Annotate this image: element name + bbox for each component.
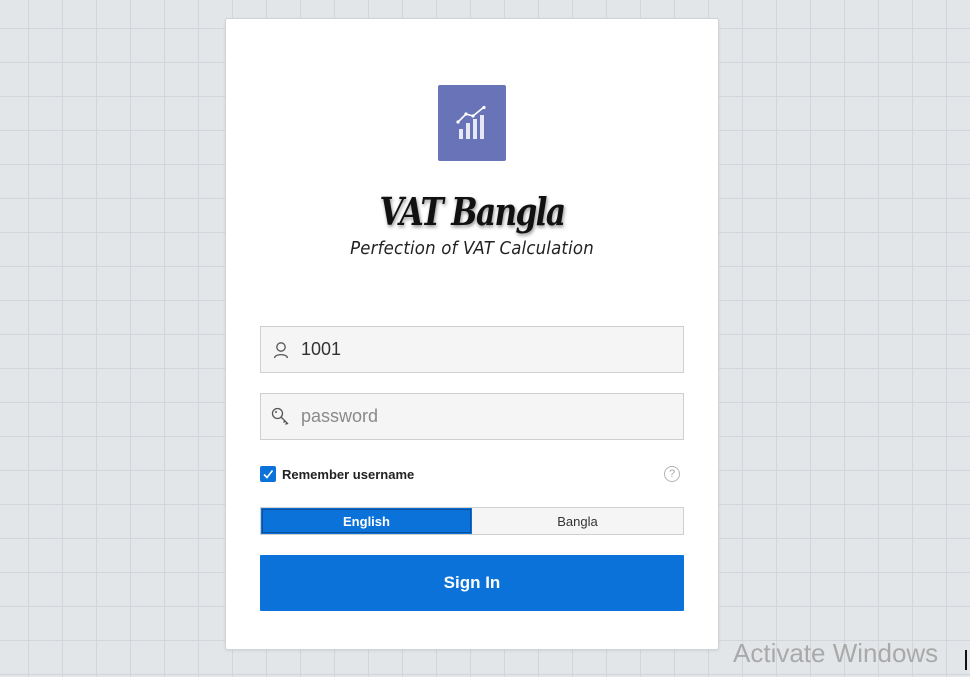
password-field[interactable] (260, 393, 684, 440)
username-field[interactable] (260, 326, 684, 373)
app-logo (438, 85, 506, 161)
brand-name: VAT Bangla (379, 189, 567, 234)
brand-tagline: Perfection of VAT Calculation (350, 238, 594, 259)
help-icon[interactable]: ? (664, 466, 680, 482)
chart-growth-icon (456, 105, 486, 139)
remember-checkbox[interactable] (260, 466, 276, 482)
remember-label[interactable]: Remember username (282, 467, 414, 482)
language-toggle: English Bangla (260, 507, 684, 535)
login-card: VAT Bangla Perfection of VAT Calculation (225, 18, 719, 650)
username-input[interactable] (301, 339, 671, 360)
language-option-english[interactable]: English (261, 508, 472, 534)
sign-in-button[interactable]: Sign In (260, 555, 684, 611)
user-icon (261, 327, 301, 372)
password-input[interactable] (301, 406, 671, 427)
text-cursor (965, 650, 967, 670)
remember-row: Remember username ? (260, 463, 684, 485)
key-icon (261, 394, 301, 439)
language-option-bangla[interactable]: Bangla (472, 508, 683, 534)
activate-windows-watermark: Activate Windows (733, 638, 939, 668)
checkmark-icon (263, 470, 274, 479)
